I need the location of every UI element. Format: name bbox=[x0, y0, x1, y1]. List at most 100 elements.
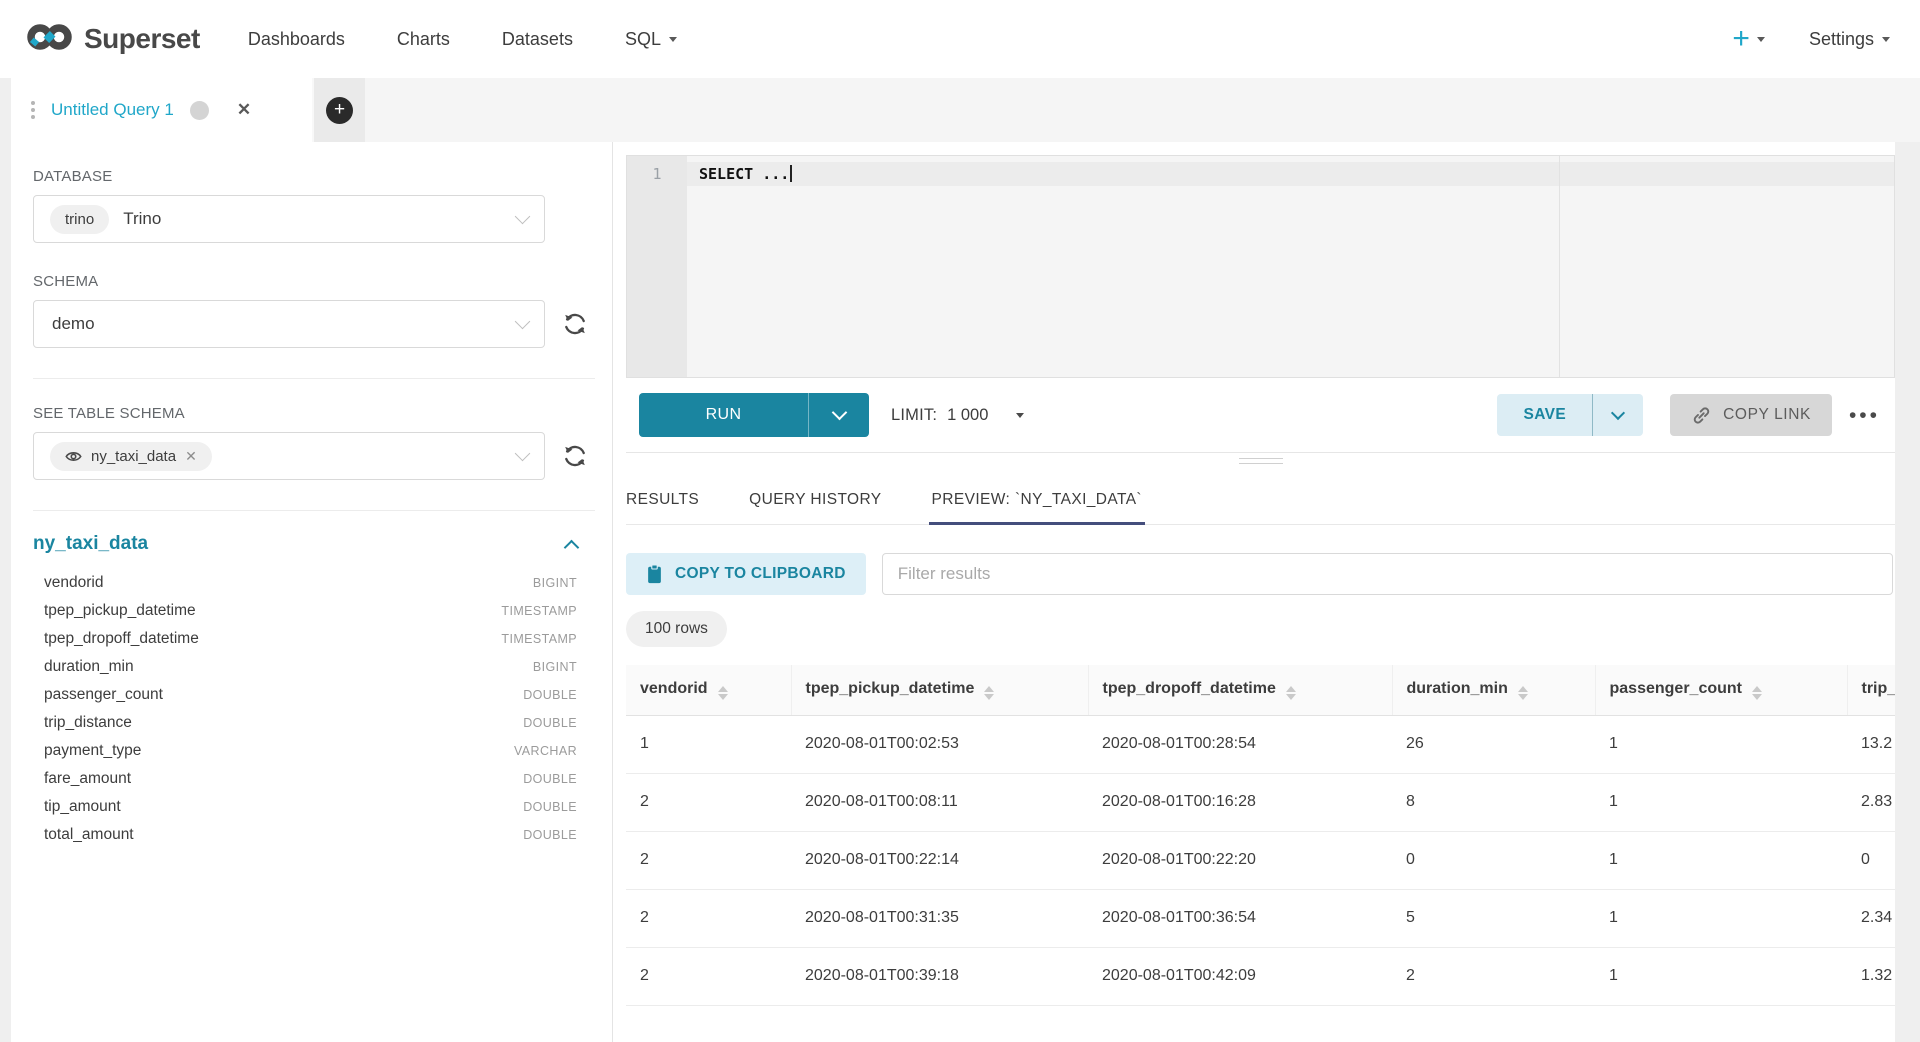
column-row: payment_type VARCHAR bbox=[33, 737, 577, 765]
cell-passengers: 1 bbox=[1595, 715, 1847, 773]
schema-label: SCHEMA bbox=[33, 273, 612, 290]
copy-to-clipboard-button[interactable]: COPY TO CLIPBOARD bbox=[626, 553, 866, 595]
column-name: vendorid bbox=[44, 574, 533, 592]
col-header-trip-distance[interactable]: trip_distance bbox=[1847, 665, 1895, 715]
cell-duration: 2 bbox=[1392, 947, 1595, 1005]
plus-icon: + bbox=[1732, 24, 1750, 54]
database-select[interactable]: trino Trino bbox=[33, 195, 545, 243]
cell-duration: 0 bbox=[1392, 831, 1595, 889]
cell-dropoff: 2020-08-01T00:36:54 bbox=[1088, 889, 1392, 947]
tab-query-history[interactable]: QUERY HISTORY bbox=[749, 491, 881, 524]
cell-vendorid: 2 bbox=[626, 947, 791, 1005]
sort-icon bbox=[718, 686, 728, 700]
column-name: total_amount bbox=[44, 826, 523, 844]
refresh-schemas-button[interactable] bbox=[559, 308, 591, 340]
drag-handle-icon[interactable] bbox=[31, 101, 35, 119]
cell-trip-distance: 13.2 bbox=[1847, 715, 1895, 773]
column-type: BIGINT bbox=[533, 660, 577, 674]
resize-handle[interactable] bbox=[1239, 458, 1283, 468]
database-label: DATABASE bbox=[33, 168, 612, 185]
table-row: 2 2020-08-01T00:39:18 2020-08-01T00:42:0… bbox=[626, 947, 1895, 1005]
editor-gutter: 1 bbox=[627, 156, 687, 377]
collapse-icon[interactable] bbox=[564, 539, 580, 555]
sql-code-input[interactable]: SELECT ... bbox=[687, 156, 1894, 377]
cell-dropoff: 2020-08-01T00:28:54 bbox=[1088, 715, 1392, 773]
chevron-down-icon bbox=[831, 405, 847, 421]
run-split-button: RUN bbox=[639, 393, 869, 437]
cell-vendorid: 2 bbox=[626, 773, 791, 831]
cell-trip-distance: 1.32 bbox=[1847, 947, 1895, 1005]
column-row: trip_distance DOUBLE bbox=[33, 709, 577, 737]
column-row: vendorid BIGINT bbox=[33, 569, 577, 597]
save-options-button[interactable] bbox=[1592, 394, 1643, 436]
more-actions-button[interactable]: ••• bbox=[1849, 405, 1880, 426]
cell-trip-distance: 2.34 bbox=[1847, 889, 1895, 947]
copy-link-label: COPY LINK bbox=[1723, 406, 1811, 424]
col-header-duration-min[interactable]: duration_min bbox=[1392, 665, 1595, 715]
nav-menu: Dashboards Charts Datasets SQL bbox=[248, 29, 677, 50]
nav-right: + Settings bbox=[1732, 24, 1890, 54]
filter-results-input[interactable] bbox=[882, 553, 1893, 595]
cell-dropoff: 2020-08-01T00:16:28 bbox=[1088, 773, 1392, 831]
settings-menu[interactable]: Settings bbox=[1809, 29, 1890, 50]
limit-value: 1 000 bbox=[947, 406, 988, 425]
query-tab-active[interactable]: Untitled Query 1 ✕ bbox=[11, 78, 312, 142]
cell-duration: 26 bbox=[1392, 715, 1595, 773]
column-name: tpep_dropoff_datetime bbox=[44, 630, 501, 648]
column-name: trip_distance bbox=[44, 714, 523, 732]
col-header-passenger-count[interactable]: passenger_count bbox=[1595, 665, 1847, 715]
refresh-tables-button[interactable] bbox=[559, 440, 591, 472]
sort-icon bbox=[1518, 686, 1528, 700]
remove-table-icon[interactable]: ✕ bbox=[185, 448, 197, 465]
sort-icon bbox=[1752, 686, 1762, 700]
cell-trip-distance: 0 bbox=[1847, 831, 1895, 889]
text-cursor bbox=[790, 165, 792, 182]
add-tab-button[interactable]: + bbox=[326, 97, 353, 124]
column-row: duration_min BIGINT bbox=[33, 653, 577, 681]
query-tabstrip: Untitled Query 1 ✕ + bbox=[0, 78, 1920, 142]
top-navbar: Superset Dashboards Charts Datasets SQL … bbox=[0, 0, 1920, 78]
database-badge: trino bbox=[50, 205, 109, 234]
database-value: Trino bbox=[123, 209, 161, 229]
cell-duration: 8 bbox=[1392, 773, 1595, 831]
column-type: DOUBLE bbox=[523, 716, 577, 730]
close-tab-icon[interactable]: ✕ bbox=[237, 100, 251, 120]
tab-preview-ny-taxi-data[interactable]: PREVIEW: `NY_TAXI_DATA` bbox=[932, 491, 1142, 524]
tab-results[interactable]: RESULTS bbox=[626, 491, 699, 524]
nav-item-sql[interactable]: SQL bbox=[625, 29, 677, 50]
run-options-button[interactable] bbox=[808, 393, 869, 437]
table-pill-label: ny_taxi_data bbox=[91, 448, 176, 465]
column-type: TIMESTAMP bbox=[501, 604, 577, 618]
table-schema-select[interactable]: ny_taxi_data ✕ bbox=[33, 432, 545, 480]
settings-label: Settings bbox=[1809, 29, 1874, 50]
chevron-down-icon bbox=[515, 313, 531, 329]
column-type: VARCHAR bbox=[514, 744, 577, 758]
cell-pickup: 2020-08-01T00:31:35 bbox=[791, 889, 1088, 947]
add-tab-area: + bbox=[312, 78, 365, 142]
column-type: DOUBLE bbox=[523, 800, 577, 814]
table-schema-label: SEE TABLE SCHEMA bbox=[33, 405, 612, 422]
table-name-heading[interactable]: ny_taxi_data bbox=[33, 533, 566, 555]
line-number: 1 bbox=[627, 162, 687, 186]
save-button[interactable]: SAVE bbox=[1497, 394, 1592, 436]
new-item-button[interactable]: + bbox=[1732, 24, 1765, 54]
col-header-vendorid[interactable]: vendorid bbox=[626, 665, 791, 715]
row-count-badge: 100 rows bbox=[626, 611, 727, 647]
limit-dropdown[interactable]: LIMIT: 1 000 bbox=[891, 406, 1024, 425]
col-header-tpep-pickup-datetime[interactable]: tpep_pickup_datetime bbox=[791, 665, 1088, 715]
cell-duration: 5 bbox=[1392, 889, 1595, 947]
nav-item-charts[interactable]: Charts bbox=[397, 29, 450, 50]
run-button[interactable]: RUN bbox=[639, 393, 808, 437]
table-row: 1 2020-08-01T00:02:53 2020-08-01T00:28:5… bbox=[626, 715, 1895, 773]
query-tab-label: Untitled Query 1 bbox=[51, 100, 174, 120]
chevron-down-icon bbox=[1757, 37, 1765, 42]
superset-brand[interactable]: Superset bbox=[26, 22, 200, 57]
copy-link-button[interactable]: COPY LINK bbox=[1670, 394, 1832, 436]
nav-item-datasets[interactable]: Datasets bbox=[502, 29, 573, 50]
column-type: DOUBLE bbox=[523, 688, 577, 702]
col-header-tpep-dropoff-datetime[interactable]: tpep_dropoff_datetime bbox=[1088, 665, 1392, 715]
table-row: 2 2020-08-01T00:22:14 2020-08-01T00:22:2… bbox=[626, 831, 1895, 889]
cell-pickup: 2020-08-01T00:39:18 bbox=[791, 947, 1088, 1005]
nav-item-dashboards[interactable]: Dashboards bbox=[248, 29, 345, 50]
schema-select[interactable]: demo bbox=[33, 300, 545, 348]
